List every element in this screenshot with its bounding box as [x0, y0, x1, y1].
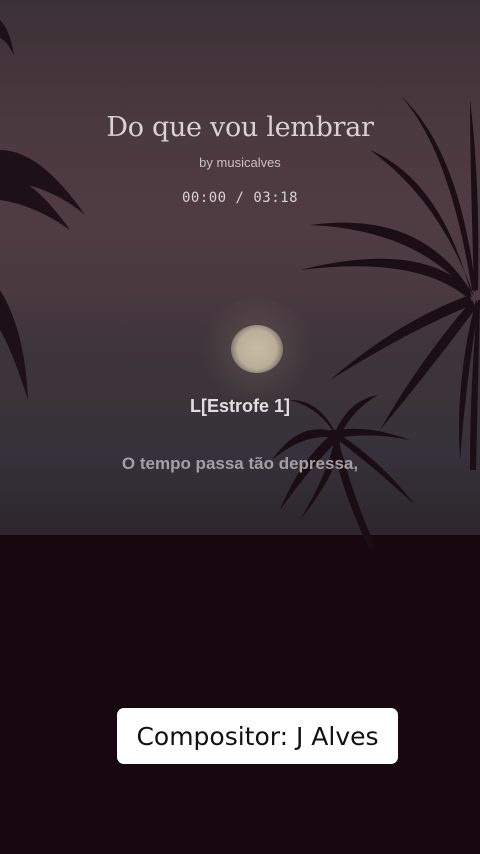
playback-time: 00:00 / 03:18 [181, 190, 299, 206]
lyric-section-label: L[Estrofe 1] [189, 396, 290, 416]
current-lyric-line: O tempo passa tão depressa, [121, 454, 359, 473]
composer-caption-text: Compositor: J Alves [136, 721, 379, 751]
composer-caption: Compositor: J Alves [117, 708, 398, 764]
artist-label: by musicalves [199, 155, 281, 170]
song-title: Do que vou lembrar [106, 112, 374, 143]
